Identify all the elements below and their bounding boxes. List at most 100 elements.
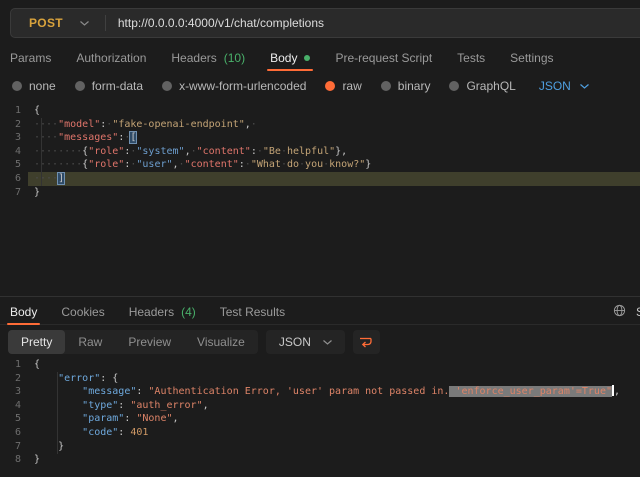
body-type-form-data[interactable]: form-data bbox=[75, 79, 143, 93]
response-tab-cookies[interactable]: Cookies bbox=[61, 301, 104, 322]
tab-label: Tests bbox=[457, 51, 485, 65]
tab-label: Params bbox=[10, 51, 51, 65]
request-language-dropdown[interactable]: JSON bbox=[539, 79, 589, 93]
body-type-none[interactable]: none bbox=[12, 79, 56, 93]
status-text-clipped: Status bbox=[636, 305, 640, 319]
code-line: 7} bbox=[0, 186, 640, 200]
method-selector[interactable]: POST bbox=[11, 9, 105, 37]
tab-settings[interactable]: Settings bbox=[510, 47, 553, 68]
code-line: 2····"model":·"fake-openai-endpoint",· bbox=[0, 118, 640, 132]
chevron-down-icon bbox=[323, 340, 332, 345]
chevron-down-icon bbox=[580, 84, 589, 89]
tab-label: Pre-request Script bbox=[335, 51, 432, 65]
line-number: 3 bbox=[0, 131, 28, 145]
line-number: 5 bbox=[0, 412, 28, 426]
body-type-graphql[interactable]: GraphQL bbox=[449, 79, 515, 93]
view-preview[interactable]: Preview bbox=[115, 330, 184, 354]
code-line: 4········{"role":·"system",·"content":·"… bbox=[0, 145, 640, 159]
wrap-text-button[interactable] bbox=[353, 330, 380, 354]
request-tabs: Params Authorization Headers (10) Body P… bbox=[10, 47, 554, 68]
view-visualize[interactable]: Visualize bbox=[184, 330, 258, 354]
code-line: 8} bbox=[0, 453, 640, 467]
code-line: 1{ bbox=[0, 358, 640, 372]
tab-label: Body bbox=[270, 51, 297, 65]
code-line: 4 "type": "auth_error", bbox=[0, 399, 640, 413]
request-body-editor[interactable]: 1{2····"model":·"fake-openai-endpoint",·… bbox=[0, 100, 640, 296]
line-number: 1 bbox=[0, 104, 28, 118]
response-tab-body[interactable]: Body bbox=[10, 301, 37, 322]
response-tab-headers[interactable]: Headers (4) bbox=[129, 301, 196, 322]
code-line: 1{ bbox=[0, 104, 640, 118]
tab-label: Headers bbox=[171, 51, 216, 65]
line-number: 7 bbox=[0, 186, 28, 200]
body-modified-dot-icon bbox=[304, 55, 310, 61]
tab-label: Body bbox=[10, 305, 37, 319]
language-label: JSON bbox=[279, 335, 311, 349]
tab-tests[interactable]: Tests bbox=[457, 47, 485, 68]
tab-params[interactable]: Params bbox=[10, 47, 51, 68]
body-type-label: x-www-form-urlencoded bbox=[179, 79, 306, 93]
request-url-bar: POST bbox=[10, 8, 640, 38]
response-body-editor[interactable]: 1{2 "error": {3 "message": "Authenticati… bbox=[0, 354, 640, 477]
radio-icon bbox=[162, 81, 172, 91]
code-line: 5 "param": "None", bbox=[0, 412, 640, 426]
tab-headers[interactable]: Headers (10) bbox=[171, 47, 245, 68]
tab-label: Settings bbox=[510, 51, 553, 65]
line-number: 8 bbox=[0, 453, 28, 467]
tab-pre-request-script[interactable]: Pre-request Script bbox=[335, 47, 432, 68]
wrap-text-icon bbox=[359, 336, 373, 348]
tab-authorization[interactable]: Authorization bbox=[76, 47, 146, 68]
radio-icon bbox=[75, 81, 85, 91]
line-number: 4 bbox=[0, 145, 28, 159]
tab-label: Headers bbox=[129, 305, 174, 319]
indent-guide bbox=[41, 118, 42, 186]
code-line: 6 "code": 401 bbox=[0, 426, 640, 440]
globe-icon[interactable] bbox=[613, 304, 626, 317]
code-line: 6····] bbox=[0, 172, 640, 186]
indent-guide bbox=[57, 372, 58, 454]
tab-label: Cookies bbox=[61, 305, 104, 319]
line-number: 4 bbox=[0, 399, 28, 413]
response-toolbar: Pretty Raw Preview Visualize JSON bbox=[8, 330, 380, 354]
radio-icon bbox=[12, 81, 22, 91]
line-number: 3 bbox=[0, 385, 28, 399]
response-view-switcher: Pretty Raw Preview Visualize bbox=[8, 330, 258, 354]
view-pretty[interactable]: Pretty bbox=[8, 330, 65, 354]
line-number: 7 bbox=[0, 440, 28, 454]
radio-icon bbox=[381, 81, 391, 91]
body-type-selector: none form-data x-www-form-urlencoded raw… bbox=[12, 76, 589, 96]
body-type-label: GraphQL bbox=[466, 79, 515, 93]
method-label: POST bbox=[29, 16, 63, 30]
body-type-raw[interactable]: raw bbox=[325, 79, 361, 93]
body-type-label: raw bbox=[342, 79, 361, 93]
line-number: 1 bbox=[0, 358, 28, 372]
language-label: JSON bbox=[539, 79, 571, 93]
line-number: 2 bbox=[0, 372, 28, 386]
tab-label: Test Results bbox=[220, 305, 285, 319]
chevron-down-icon bbox=[80, 21, 89, 26]
radio-icon bbox=[449, 81, 459, 91]
body-type-label: form-data bbox=[92, 79, 143, 93]
headers-count-badge: (10) bbox=[224, 51, 245, 65]
body-type-x-www-form-urlencoded[interactable]: x-www-form-urlencoded bbox=[162, 79, 306, 93]
response-language-dropdown[interactable]: JSON bbox=[266, 330, 345, 354]
response-tab-test-results[interactable]: Test Results bbox=[220, 301, 285, 322]
line-number: 5 bbox=[0, 158, 28, 172]
code-line: 3····"messages":·[ bbox=[0, 131, 640, 145]
headers-count-badge: (4) bbox=[181, 305, 196, 319]
code-line: 7 } bbox=[0, 440, 640, 454]
code-line: 2 "error": { bbox=[0, 372, 640, 386]
code-line: 5········{"role":·"user",·"content":·"Wh… bbox=[0, 158, 640, 172]
response-tabs: Body Cookies Headers (4) Test Results St… bbox=[0, 299, 640, 325]
radio-selected-icon bbox=[325, 81, 335, 91]
tab-body[interactable]: Body bbox=[270, 47, 310, 68]
tab-label: Authorization bbox=[76, 51, 146, 65]
line-number: 6 bbox=[0, 172, 28, 186]
code-line: 3 "message": "Authentication Error, 'use… bbox=[0, 385, 640, 399]
body-type-label: none bbox=[29, 79, 56, 93]
url-input[interactable] bbox=[106, 16, 640, 30]
body-type-label: binary bbox=[398, 79, 431, 93]
body-type-binary[interactable]: binary bbox=[381, 79, 431, 93]
line-number: 2 bbox=[0, 118, 28, 132]
view-raw[interactable]: Raw bbox=[65, 330, 115, 354]
